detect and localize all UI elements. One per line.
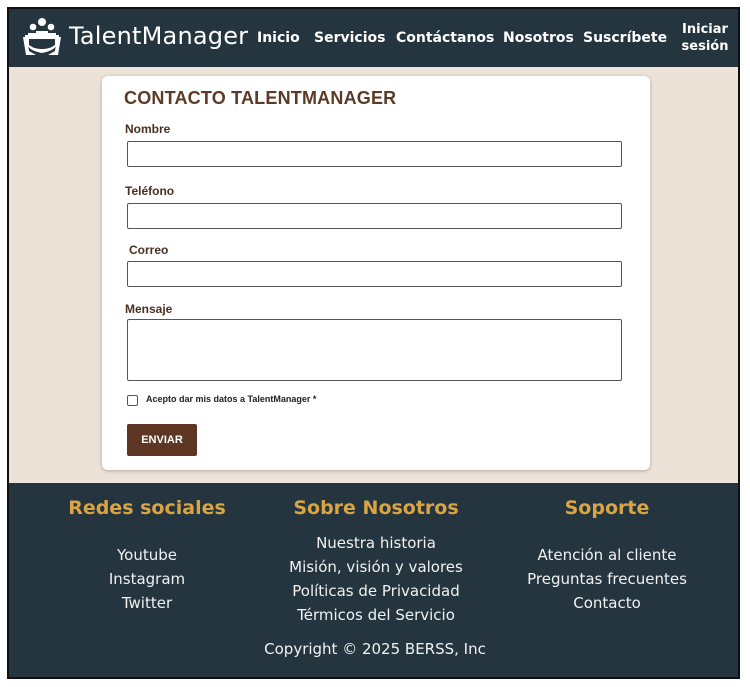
nav-servicios[interactable]: Servicios <box>314 30 385 46</box>
message-textarea[interactable] <box>127 319 622 381</box>
nav-contactanos[interactable]: Contáctanos <box>396 30 494 46</box>
page-frame: TalentManager Inicio Servicios Contáctan… <box>7 7 740 679</box>
email-label: Correo <box>129 243 169 257</box>
contact-form-card: CONTACTO TALENTMANAGER Nombre Teléfono C… <box>102 76 650 470</box>
login-line-1: Iniciar <box>682 22 728 37</box>
brand-name[interactable]: TalentManager <box>69 22 248 50</box>
footer-link-privacy[interactable]: Políticas de Privacidad <box>266 579 486 603</box>
submit-button[interactable]: ENVIAR <box>127 424 197 456</box>
footer-link-mission[interactable]: Misión, visión y valores <box>266 555 486 579</box>
footer-col-support: Soporte Atención al cliente Preguntas fr… <box>507 497 707 615</box>
nav-login[interactable]: Iniciar sesión <box>680 21 730 55</box>
consent-checkbox[interactable] <box>127 395 138 406</box>
copyright-text: Copyright © 2025 BERSS, Inc <box>264 640 486 658</box>
consent-label[interactable]: Acepto dar mis datos a TalentManager * <box>146 394 316 404</box>
footer-link-contact[interactable]: Contacto <box>507 591 707 615</box>
nav-inicio[interactable]: Inicio <box>257 30 300 46</box>
nav-suscribete[interactable]: Suscríbete <box>583 30 667 46</box>
footer-heading-support: Soporte <box>564 497 650 519</box>
top-navbar: TalentManager Inicio Servicios Contáctan… <box>9 9 738 67</box>
footer-link-youtube[interactable]: Youtube <box>47 543 247 567</box>
phone-input[interactable] <box>127 203 622 229</box>
form-title: CONTACTO TALENTMANAGER <box>124 88 397 108</box>
name-label: Nombre <box>125 122 171 136</box>
people-hands-icon[interactable] <box>23 15 61 57</box>
footer-link-twitter[interactable]: Twitter <box>47 591 247 615</box>
footer-col-about: Sobre Nosotros Nuestra historia Misión, … <box>266 497 486 627</box>
email-input[interactable] <box>127 261 622 287</box>
footer-heading-about: Sobre Nosotros <box>293 497 459 519</box>
name-input[interactable] <box>127 141 622 167</box>
footer-link-instagram[interactable]: Instagram <box>47 567 247 591</box>
footer-link-faq[interactable]: Preguntas frecuentes <box>507 567 707 591</box>
footer-link-terms[interactable]: Térmicos del Servicio <box>266 603 486 627</box>
phone-label: Teléfono <box>125 184 175 198</box>
login-line-2: sesión <box>681 39 729 54</box>
footer-col-social: Redes sociales Youtube Instagram Twitter <box>47 497 247 615</box>
footer-link-customer-service[interactable]: Atención al cliente <box>507 543 707 567</box>
footer-link-history[interactable]: Nuestra historia <box>266 531 486 555</box>
nav-nosotros[interactable]: Nosotros <box>503 30 574 46</box>
footer-heading-social: Redes sociales <box>68 497 226 519</box>
message-label: Mensaje <box>125 302 173 316</box>
